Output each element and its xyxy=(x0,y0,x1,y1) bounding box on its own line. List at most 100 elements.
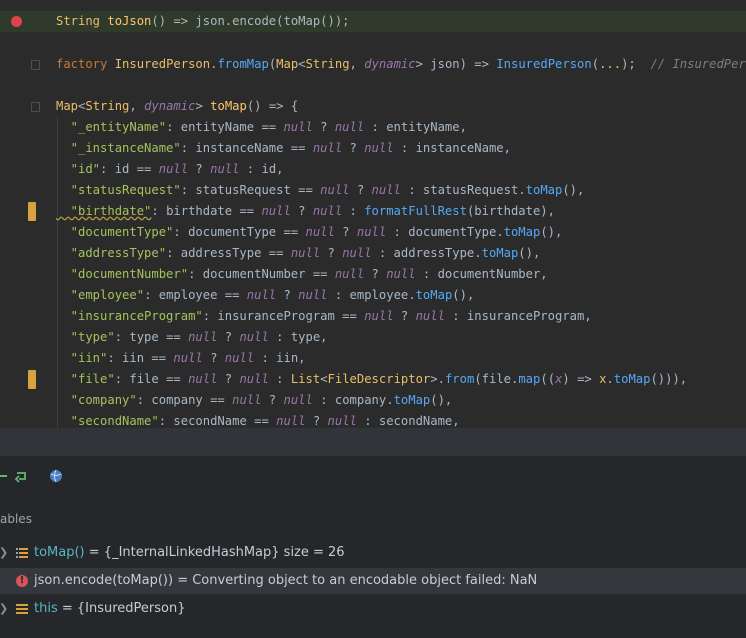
code-line[interactable]: "file": file == null ? null : List<FileD… xyxy=(0,369,746,390)
code-token: String xyxy=(305,57,350,71)
code-token: : documentNumber, xyxy=(415,267,548,281)
code-token: > json) => xyxy=(415,57,497,71)
code-line[interactable] xyxy=(0,75,746,96)
code-token: : type, xyxy=(268,330,328,344)
code-token: (), xyxy=(540,225,563,239)
code-token: ? xyxy=(312,120,335,134)
code-line[interactable]: "statusRequest": statusRequest == null ?… xyxy=(0,180,746,201)
code-line[interactable]: factory InsuredPerson.fromMap(Map<String… xyxy=(0,54,746,75)
code-token: (( xyxy=(540,372,556,386)
globe-icon[interactable] xyxy=(48,468,64,484)
code-token: "employee" xyxy=(56,288,145,302)
code-token: , xyxy=(349,57,365,71)
variable-text: this = {InsuredPerson} xyxy=(34,596,186,622)
code-token: ? xyxy=(202,351,225,365)
code-token: toMap xyxy=(613,372,651,386)
code-token: ? xyxy=(188,162,211,176)
code-token: (), xyxy=(518,246,541,260)
variable-value: json.encode(toMap()) = Converting object… xyxy=(34,573,538,588)
panel-divider[interactable] xyxy=(0,428,746,456)
code-token: : documentNumber == xyxy=(188,267,335,281)
code-token: null xyxy=(334,267,365,281)
code-token: null xyxy=(283,393,313,407)
code-line[interactable]: "documentType": documentType == null ? n… xyxy=(0,222,746,243)
code-line[interactable]: "employee": employee == null ? null : em… xyxy=(0,285,746,306)
code-token: null xyxy=(239,372,269,386)
code-token: null xyxy=(305,225,335,239)
code-line[interactable]: "_entityName": entityName == null ? null… xyxy=(0,117,746,138)
variable-row-this[interactable]: ❯ this = {InsuredPerson} xyxy=(0,596,746,622)
code-text: "type": type == null ? null : type, xyxy=(56,327,328,348)
variable-name: this xyxy=(34,601,58,616)
code-token: "type" xyxy=(56,330,115,344)
code-line[interactable]: "company": company == null ? null : comp… xyxy=(0,390,746,411)
code-token: null xyxy=(210,162,240,176)
fold-icon[interactable] xyxy=(31,102,40,112)
code-token: "documentType" xyxy=(56,225,174,239)
code-token: : id == xyxy=(100,162,159,176)
code-token: : addressType == xyxy=(166,246,291,260)
code-token: () => { xyxy=(246,99,299,113)
code-token: () => json.encode(toMap()); xyxy=(151,14,350,28)
code-line[interactable]: "iin": iin == null ? null : iin, xyxy=(0,348,746,369)
code-token: null xyxy=(188,372,218,386)
code-token: dynamic xyxy=(364,57,416,71)
code-text: "insuranceProgram": insuranceProgram == … xyxy=(56,306,592,327)
code-token: : insuranceProgram, xyxy=(444,309,592,323)
code-token: : employee. xyxy=(327,288,416,302)
code-token: "documentNumber" xyxy=(56,267,189,281)
list-icon xyxy=(16,604,28,614)
code-token: ( xyxy=(591,57,600,71)
code-token: Map xyxy=(56,99,79,113)
code-token: null xyxy=(327,414,357,428)
variables-tab-label[interactable]: ables xyxy=(0,512,32,526)
code-text: factory InsuredPerson.fromMap(Map<String… xyxy=(56,54,746,75)
code-line[interactable]: "_instanceName": instanceName == null ? … xyxy=(0,138,746,159)
code-line[interactable]: Map<String, dynamic> toMap() => { xyxy=(0,96,746,117)
code-token: null xyxy=(188,330,218,344)
code-line[interactable]: String toJson() => json.encode(toMap()); xyxy=(0,11,746,32)
code-token: : entityName, xyxy=(364,120,467,134)
code-line[interactable] xyxy=(0,33,746,54)
restart-icon[interactable] xyxy=(14,468,30,484)
code-line[interactable]: "documentNumber": documentNumber == null… xyxy=(0,264,746,285)
code-token: null xyxy=(173,351,203,365)
code-line[interactable]: "id": id == null ? null : id, xyxy=(0,159,746,180)
change-marker[interactable] xyxy=(28,202,36,221)
code-token: "insuranceProgram" xyxy=(56,309,203,323)
code-text: "id": id == null ? null : id, xyxy=(56,159,284,180)
change-marker[interactable] xyxy=(28,370,36,389)
code-token: null xyxy=(342,246,372,260)
code-text: "iin": iin == null ? null : iin, xyxy=(56,348,306,369)
code-token: : documentType. xyxy=(386,225,504,239)
code-token: null xyxy=(320,183,350,197)
code-token: "addressType" xyxy=(56,246,167,260)
code-text: "_entityName": entityName == null ? null… xyxy=(56,117,467,138)
chevron-right-icon[interactable]: ❯ xyxy=(0,596,8,622)
fold-icon[interactable] xyxy=(31,60,40,70)
code-line[interactable]: "addressType": addressType == null ? nul… xyxy=(0,243,746,264)
code-line[interactable]: "secondName": secondName == null ? null … xyxy=(0,411,746,428)
breakpoint-icon[interactable] xyxy=(11,16,22,27)
code-token: null xyxy=(298,288,328,302)
code-token: fromMap xyxy=(217,57,269,71)
code-token: : instanceName, xyxy=(393,141,511,155)
code-text: "secondName": secondName == null ? null … xyxy=(56,411,460,428)
code-line[interactable]: "insuranceProgram": insuranceProgram == … xyxy=(0,306,746,327)
code-line[interactable]: "type": type == null ? null : type, xyxy=(0,327,746,348)
chevron-right-icon[interactable]: ❯ xyxy=(0,540,8,566)
code-text: Map<String, dynamic> toMap() => { xyxy=(56,96,298,117)
code-token: null xyxy=(239,330,269,344)
code-text: "documentType": documentType == null ? n… xyxy=(56,222,563,243)
variable-row-tomap[interactable]: ❯ toMap() = {_InternalLinkedHashMap} siz… xyxy=(0,540,746,566)
code-token: null xyxy=(334,120,365,134)
code-line[interactable]: "birthdate": birthdate == null ? null : … xyxy=(0,201,746,222)
code-text: "birthdate": birthdate == null ? null : … xyxy=(56,201,555,222)
code-token: : company == xyxy=(136,393,233,407)
code-editor[interactable]: String toJson() => json.encode(toMap());… xyxy=(0,0,746,428)
code-token: null xyxy=(246,288,277,302)
code-token: : documentType == xyxy=(173,225,306,239)
variable-row-error[interactable]: ! json.encode(toMap()) = Converting obje… xyxy=(0,568,746,594)
code-token: null xyxy=(276,414,306,428)
code-token: . xyxy=(606,372,614,386)
